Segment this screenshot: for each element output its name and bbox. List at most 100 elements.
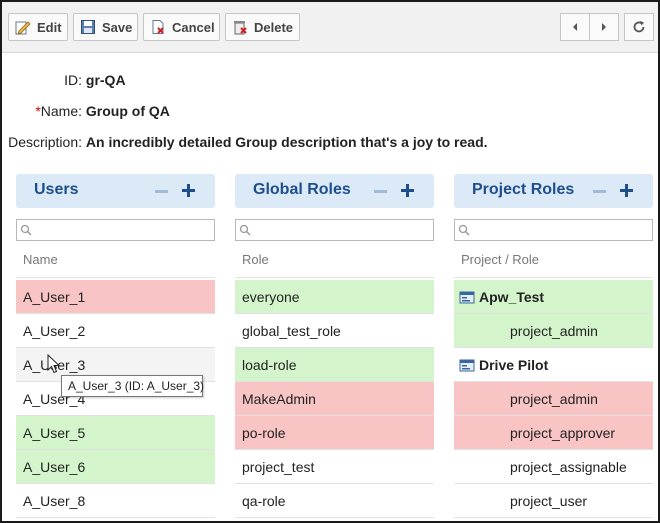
divider — [235, 449, 434, 450]
id-label: ID: — [64, 72, 82, 88]
global-roles-panel-title: Global Roles — [253, 181, 351, 198]
next-button[interactable] — [589, 13, 619, 41]
users-search-input-box[interactable] — [16, 219, 215, 241]
role-row[interactable]: project_admin — [454, 382, 653, 416]
edit-button[interactable]: Edit — [8, 13, 68, 41]
table-row[interactable]: everyone — [235, 280, 434, 314]
project-icon — [459, 359, 475, 372]
divider — [235, 517, 434, 518]
divider — [454, 381, 653, 382]
table-row[interactable]: A_User_2 — [16, 314, 215, 348]
toolbar: Edit Save Cancel Delete — [2, 2, 658, 53]
divider — [235, 313, 434, 314]
table-row[interactable]: A_User_1 — [16, 280, 215, 314]
row-label: project_user — [510, 493, 588, 509]
row-label: project_admin — [510, 323, 598, 339]
plus-icon[interactable] — [401, 184, 414, 197]
row-label: MakeAdmin — [242, 391, 316, 407]
role-row[interactable]: project_assignable — [454, 450, 653, 484]
divider — [235, 347, 434, 348]
cancel-icon — [152, 20, 164, 34]
global-roles-search-input-box[interactable] — [235, 219, 434, 241]
table-row[interactable]: A_User_5 — [16, 416, 215, 450]
divider — [235, 483, 434, 484]
minus-icon[interactable] — [374, 190, 387, 193]
row-label: qa-role — [242, 493, 286, 509]
row-label: everyone — [242, 289, 300, 305]
delete-icon — [234, 21, 247, 35]
delete-label: Delete — [254, 19, 294, 35]
project-roles-panel-title: Project Roles — [472, 181, 575, 198]
chevron-left-icon — [573, 23, 577, 31]
save-button[interactable]: Save — [73, 13, 138, 41]
project-roles-panel-header: Project Roles — [454, 174, 653, 208]
save-label: Save — [102, 19, 133, 35]
row-label: load-role — [242, 357, 297, 373]
previous-button[interactable] — [560, 13, 590, 41]
search-icon — [458, 224, 470, 236]
name-value: Group of QA — [85, 103, 170, 119]
project-label: Drive Pilot — [479, 357, 549, 373]
divider — [235, 277, 434, 278]
refresh-icon — [633, 21, 645, 33]
table-row[interactable]: MakeAdmin — [235, 382, 434, 416]
row-label: global_test_role — [242, 323, 341, 339]
project-row[interactable]: Apw_Test — [454, 280, 653, 314]
divider — [454, 517, 653, 518]
table-row[interactable]: load-role — [235, 348, 434, 382]
project-roles-search-input-box[interactable] — [454, 219, 653, 241]
name-row: *Name: Group of QA — [2, 103, 170, 119]
global-roles-search-input[interactable] — [254, 222, 418, 238]
global-roles-panel-header: Global Roles — [235, 174, 434, 208]
global-roles-column-header: Role — [242, 252, 269, 267]
users-panel-title: Users — [34, 181, 79, 198]
row-label: project_assignable — [510, 459, 627, 475]
users-panel-header: Users — [16, 174, 215, 208]
search-icon — [20, 224, 32, 236]
minus-icon[interactable] — [155, 190, 168, 193]
divider — [235, 381, 434, 382]
plus-icon[interactable] — [182, 184, 195, 197]
table-row[interactable]: global_test_role — [235, 314, 434, 348]
cancel-button[interactable]: Cancel — [143, 13, 220, 41]
role-row[interactable]: project_admin — [454, 314, 653, 348]
plus-icon[interactable] — [620, 184, 633, 197]
table-row[interactable]: po-role — [235, 416, 434, 450]
divider — [454, 483, 653, 484]
description-value: An incredibly detailed Group description… — [85, 134, 488, 150]
row-label: po-role — [242, 425, 286, 441]
divider — [235, 415, 434, 416]
chevron-right-icon — [602, 23, 606, 31]
row-label: A_User_1 — [23, 289, 86, 305]
role-row[interactable]: project_user — [454, 484, 653, 518]
description-label: Description: — [8, 134, 82, 150]
description-row: Description: An incredibly detailed Grou… — [2, 134, 488, 150]
project-label: Apw_Test — [479, 289, 545, 305]
divider — [454, 277, 653, 278]
project-row[interactable]: Drive Pilot — [454, 348, 653, 382]
row-label: project_admin — [510, 391, 598, 407]
users-search-input[interactable] — [35, 222, 199, 238]
divider — [16, 483, 215, 484]
table-row[interactable]: qa-role — [235, 484, 434, 518]
divider — [16, 277, 215, 278]
group-editor-window: Edit Save Cancel Delete ID: gr-QA *Name:… — [0, 0, 660, 523]
edit-icon — [15, 21, 31, 35]
mouse-cursor-icon — [47, 354, 61, 374]
search-icon — [239, 224, 251, 236]
table-row[interactable]: project_test — [235, 450, 434, 484]
row-label: A_User_8 — [23, 493, 86, 509]
name-label: Name: — [40, 103, 82, 119]
divider — [454, 347, 653, 348]
refresh-button[interactable] — [624, 13, 654, 41]
tooltip: A_User_3 (ID: A_User_3) — [61, 375, 204, 397]
project-roles-search-input[interactable] — [473, 222, 637, 238]
table-row[interactable]: A_User_8 — [16, 484, 215, 518]
table-row[interactable]: A_User_6 — [16, 450, 215, 484]
project-roles-column-header: Project / Role — [461, 252, 540, 267]
divider — [16, 347, 215, 348]
minus-icon[interactable] — [593, 190, 606, 193]
delete-button[interactable]: Delete — [225, 13, 300, 41]
divider — [454, 313, 653, 314]
role-row[interactable]: project_approver — [454, 416, 653, 450]
